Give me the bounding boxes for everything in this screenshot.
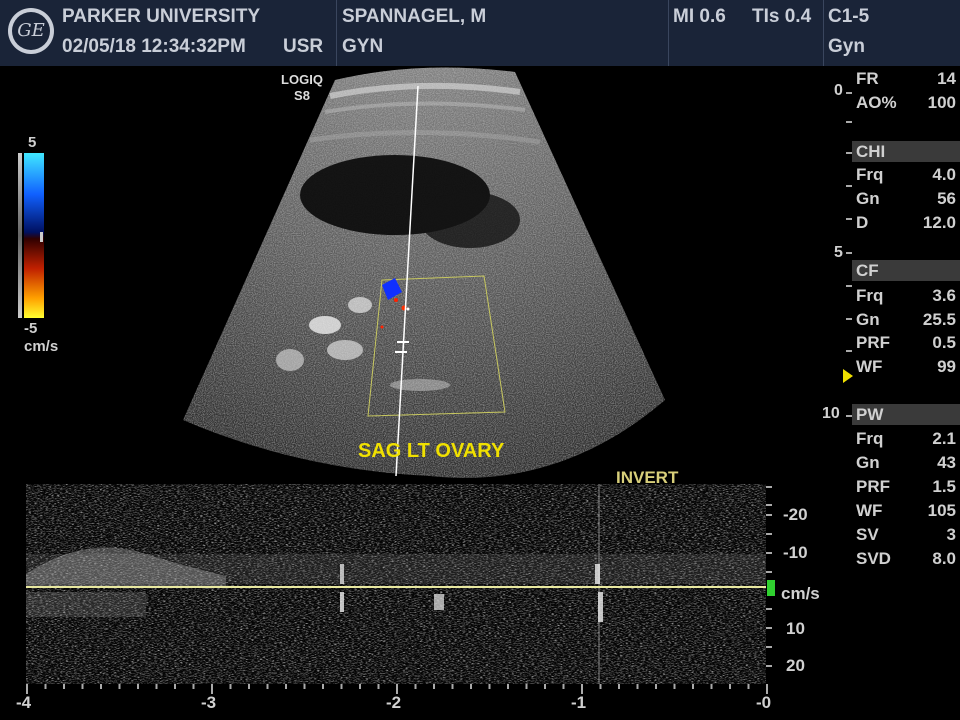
spectral-doppler-trace	[26, 484, 766, 684]
velocity-scale-ticks	[766, 486, 772, 667]
velocity-unit-label: cm/s	[781, 584, 820, 603]
thermal-index: TIs 0.4	[752, 6, 812, 27]
cf-frq-label: Frq	[856, 286, 884, 305]
cf-prf-label: PRF	[856, 333, 890, 352]
cf-prf-value: 0.5	[932, 333, 956, 352]
velocity-label-10: 10	[786, 619, 805, 638]
ge-logo: GE	[8, 8, 54, 54]
pw-svd-label: SVD	[856, 549, 891, 568]
chi-gn-label: Gn	[856, 189, 880, 208]
chi-d-label: D	[856, 213, 869, 232]
ultrasound-sector-image	[183, 67, 665, 478]
preset-name: Gyn	[828, 36, 865, 57]
chi-gn-value: 56	[937, 189, 956, 208]
pw-frq-label: Frq	[856, 429, 884, 448]
param-fr-label: FR	[856, 69, 879, 88]
velocity-label-neg20: -20	[783, 505, 808, 524]
time-label-neg1: -1	[571, 693, 587, 712]
user-label: USR	[283, 36, 324, 57]
velocity-label-neg10: -10	[783, 543, 808, 562]
pw-section-header: PW	[852, 404, 960, 425]
pw-prf-value: 1.5	[932, 477, 956, 496]
cf-gn-value: 25.5	[922, 310, 956, 329]
time-label-neg2: -2	[386, 693, 402, 712]
depth-label-10: 10	[822, 405, 840, 422]
cf-frq-value: 3.6	[932, 286, 956, 305]
cf-wf-label: WF	[856, 357, 883, 376]
pw-gn-label: Gn	[856, 453, 880, 472]
pw-svd-value: 8.0	[932, 549, 956, 568]
depth-label-0: 0	[834, 82, 843, 99]
pw-wf-value: 105	[927, 501, 956, 520]
cf-section-header: CF	[852, 260, 960, 281]
exam-type: GYN	[342, 36, 384, 57]
chi-frq-value: 4.0	[932, 165, 956, 184]
pw-frq-value: 2.1	[932, 429, 956, 448]
ge-logo-text: GE	[12, 12, 50, 50]
time-label-neg4: -4	[16, 693, 32, 712]
velocity-label-20: 20	[786, 656, 805, 675]
param-ao-value: 100	[927, 93, 956, 112]
pw-gn-value: 43	[937, 453, 956, 472]
pw-sv-label: SV	[856, 525, 879, 544]
time-label-0: -0	[756, 693, 772, 712]
chi-frq-label: Frq	[856, 165, 884, 184]
chi-d-value: 12.0	[922, 213, 956, 232]
image-annotation: SAG LT OVARY	[358, 440, 505, 462]
mechanical-index: MI 0.6	[673, 6, 726, 27]
exam-datetime: 02/05/18 12:34:32PM	[62, 36, 246, 57]
depth-label-5: 5	[834, 244, 843, 261]
pw-prf-label: PRF	[856, 477, 890, 496]
param-fr-value: 14	[937, 69, 956, 88]
institution-name: PARKER UNIVERSITY	[62, 6, 261, 27]
patient-name: SPANNAGEL, M	[342, 6, 487, 27]
time-label-neg3: -3	[201, 693, 217, 712]
chi-section-header: CHI	[852, 141, 960, 162]
focus-marker-icon[interactable]	[843, 369, 853, 383]
pw-sv-value: 3	[946, 525, 956, 544]
cf-gn-label: Gn	[856, 310, 880, 329]
header-bar: GE PARKER UNIVERSITY 02/05/18 12:34:32PM…	[0, 0, 960, 66]
cf-wf-value: 99	[937, 357, 956, 376]
probe-name: C1-5	[828, 6, 870, 27]
pw-wf-label: WF	[856, 501, 883, 520]
